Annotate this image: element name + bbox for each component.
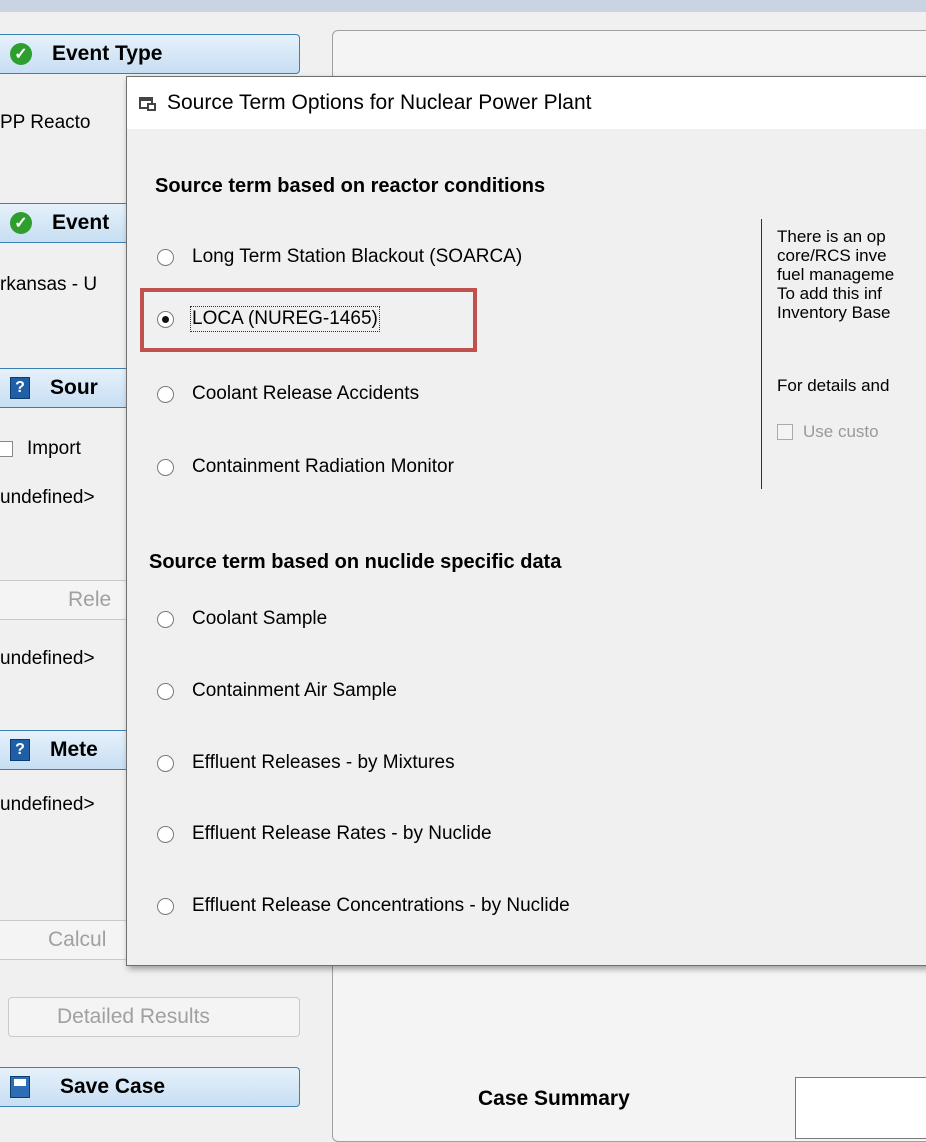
help-icon: ? xyxy=(10,739,30,761)
event-type-label: Event Type xyxy=(52,42,163,65)
radio-button[interactable] xyxy=(157,825,174,843)
radio-option-coolant-sample[interactable]: Coolant Sample xyxy=(157,608,327,630)
radio-option-containment-monitor[interactable]: Containment Radiation Monitor xyxy=(157,456,454,478)
source-term-options-dialog: Source Term Options for Nuclear Power Pl… xyxy=(126,76,926,966)
import-label: Import xyxy=(27,438,81,459)
help-icon: ? xyxy=(10,377,30,399)
release-value: undefined> xyxy=(0,648,95,669)
dialog-title: Source Term Options for Nuclear Power Pl… xyxy=(167,91,592,114)
radio-label: Effluent Release Concentrations - by Nuc… xyxy=(192,895,570,916)
reactor-conditions-heading: Source term based on reactor conditions xyxy=(155,175,546,197)
save-case-button[interactable]: Save Case xyxy=(0,1067,300,1107)
radio-option-coolant-release[interactable]: Coolant Release Accidents xyxy=(157,383,419,405)
radio-option-effluent-concentrations[interactable]: Effluent Release Concentrations - by Nuc… xyxy=(157,895,570,917)
window-top-bar xyxy=(0,0,926,12)
radio-option-effluent-rates[interactable]: Effluent Release Rates - by Nuclide xyxy=(157,823,492,845)
radio-label: Long Term Station Blackout (SOARCA) xyxy=(192,246,523,267)
use-custom-inventory-checkbox-row[interactable]: Use custo xyxy=(777,422,926,442)
radio-button[interactable] xyxy=(157,248,174,266)
radio-label: Coolant Release Accidents xyxy=(192,383,420,404)
save-case-label: Save Case xyxy=(60,1075,166,1098)
import-checkbox[interactable] xyxy=(0,441,13,457)
case-summary-label: Case Summary xyxy=(478,1087,630,1110)
nuclide-data-heading: Source term based on nuclide specific da… xyxy=(149,551,562,573)
event-value: rkansas - U xyxy=(0,274,98,295)
check-icon: ✓ xyxy=(10,212,32,234)
save-icon xyxy=(10,1076,30,1098)
detailed-results-label: Detailed Results xyxy=(57,1005,210,1028)
radio-label: Containment Air Sample xyxy=(192,680,397,701)
meteorology-label: Mete xyxy=(50,738,98,761)
source-value: undefined> xyxy=(0,487,95,508)
selection-highlight-box xyxy=(140,288,477,352)
meteorology-value: undefined> xyxy=(0,794,95,815)
check-icon: ✓ xyxy=(10,43,32,65)
calculate-label: Calcul xyxy=(48,928,107,951)
details-info-text: For details and xyxy=(777,376,890,395)
use-custom-label: Use custo xyxy=(803,422,879,441)
event-label: Event xyxy=(52,211,110,234)
radio-button[interactable] xyxy=(157,897,174,915)
radio-label: Containment Radiation Monitor xyxy=(192,456,454,477)
dialog-title-bar[interactable]: Source Term Options for Nuclear Power Pl… xyxy=(127,77,926,129)
radio-option-containment-air[interactable]: Containment Air Sample xyxy=(157,680,397,702)
radio-button[interactable] xyxy=(157,458,174,476)
radio-label: Effluent Release Rates - by Nuclide xyxy=(192,823,492,844)
import-checkbox-row[interactable]: Import xyxy=(0,438,81,460)
event-type-value: PP Reacto xyxy=(0,112,91,133)
event-type-button[interactable]: ✓ Event Type xyxy=(0,34,300,74)
inventory-info-text: There is an op core/RCS inve fuel manage… xyxy=(777,227,895,322)
radio-option-effluent-mixtures[interactable]: Effluent Releases - by Mixtures xyxy=(157,752,455,774)
divider xyxy=(761,219,762,489)
release-label: Rele xyxy=(68,588,112,611)
case-summary-box xyxy=(795,1077,926,1139)
radio-button[interactable] xyxy=(157,610,174,628)
use-custom-checkbox[interactable] xyxy=(777,424,793,440)
radio-button[interactable] xyxy=(157,682,174,700)
radio-label: Coolant Sample xyxy=(192,608,328,629)
source-term-label: Sour xyxy=(50,376,98,399)
detailed-results-button[interactable]: Detailed Results xyxy=(8,997,300,1037)
window-icon xyxy=(139,95,157,111)
radio-label: Effluent Releases - by Mixtures xyxy=(192,752,455,773)
radio-option-soarca[interactable]: Long Term Station Blackout (SOARCA) xyxy=(157,246,522,268)
radio-button[interactable] xyxy=(157,754,174,772)
radio-button[interactable] xyxy=(157,385,174,403)
